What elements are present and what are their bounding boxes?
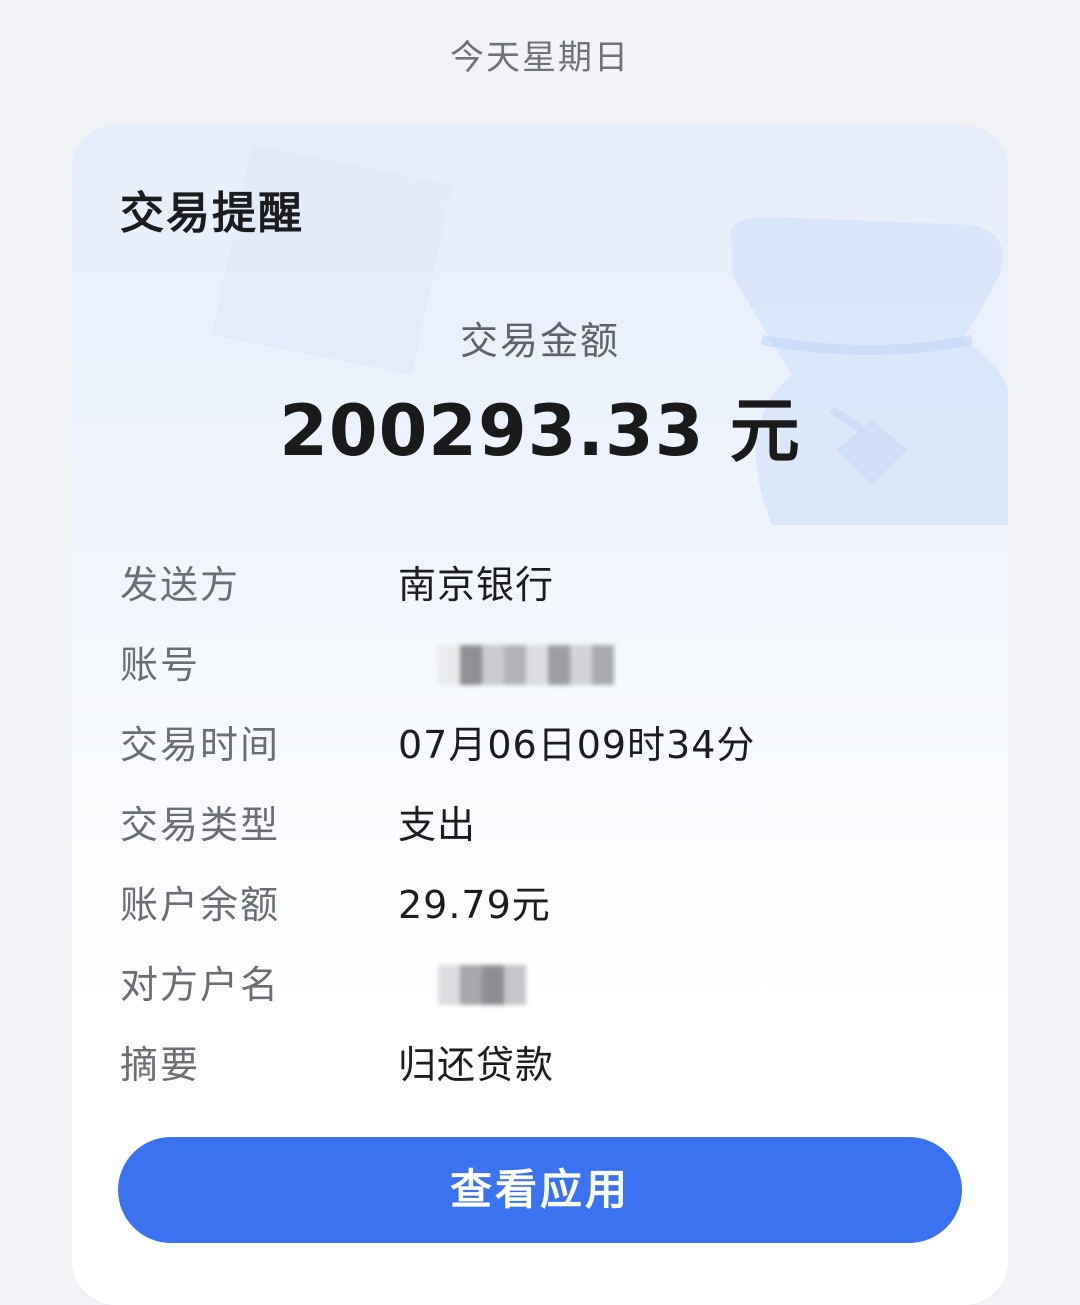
amount-label: 交易金额 — [459, 319, 620, 363]
card-title: 交易提醒 — [120, 188, 304, 239]
detail-row-type: 交易类型 支出 — [120, 795, 960, 855]
detail-value: 07月06日09时34分 — [398, 723, 756, 767]
detail-value: 南京银行 — [398, 563, 555, 607]
date-header: 今天星期日 — [450, 38, 630, 78]
detail-value: 29.79元 — [398, 883, 551, 927]
transaction-alert-card: 交易提醒 交易金额 200293.33 元 发送方 南京银行 账号 交易时间 0… — [72, 125, 1008, 1305]
amount-value: 200293.33 元 — [279, 390, 801, 472]
detail-row-time: 交易时间 07月06日09时34分 — [120, 715, 960, 775]
detail-label: 发送方 — [120, 563, 241, 607]
detail-row-account: 账号 — [120, 635, 960, 695]
detail-row-balance: 账户余额 29.79元 — [120, 875, 960, 935]
detail-label: 交易类型 — [120, 803, 281, 847]
detail-row-summary: 摘要 归还贷款 — [120, 1035, 960, 1095]
detail-label: 账号 — [120, 643, 201, 687]
masked-counterparty-name — [438, 965, 538, 1007]
detail-value: 支出 — [398, 803, 477, 847]
detail-label: 对方户名 — [120, 963, 281, 1007]
detail-label: 交易时间 — [120, 723, 281, 767]
detail-row-counterparty: 对方户名 — [120, 955, 960, 1015]
detail-row-sender: 发送方 南京银行 — [120, 555, 960, 615]
detail-label: 账户余额 — [120, 883, 281, 927]
masked-account-number — [438, 645, 626, 687]
view-app-button[interactable]: 查看应用 — [118, 1137, 962, 1243]
detail-label: 摘要 — [120, 1043, 201, 1087]
detail-value: 归还贷款 — [398, 1043, 555, 1087]
